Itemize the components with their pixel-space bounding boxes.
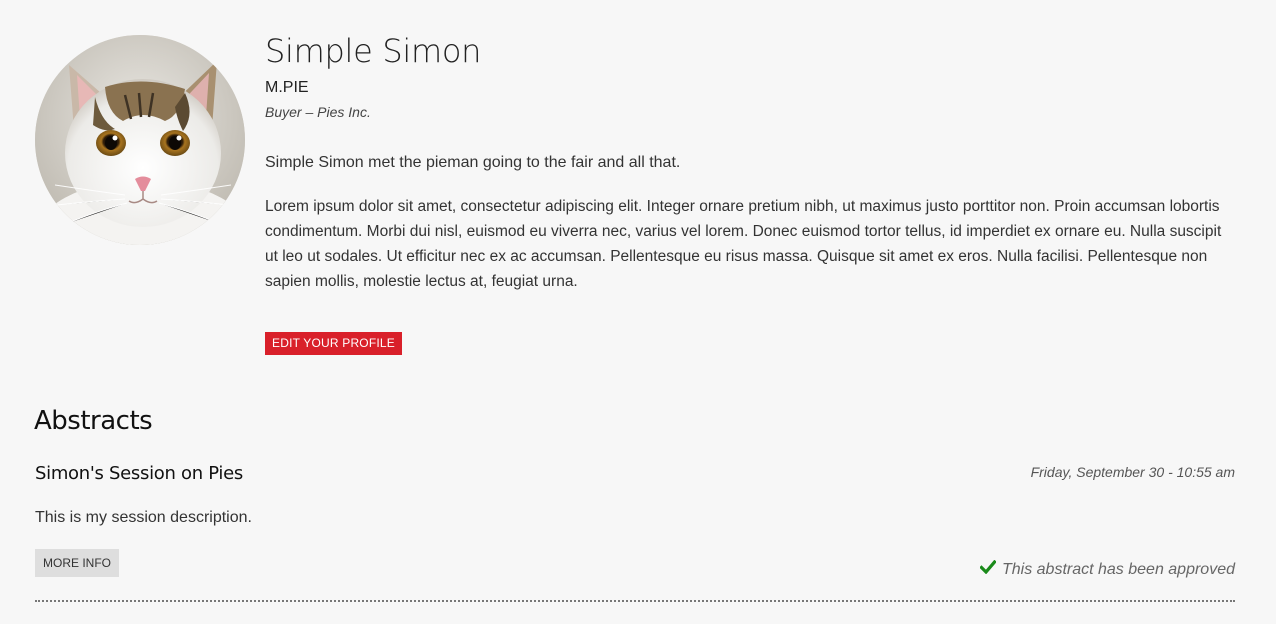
abstract-title: Simon's Session on Pies <box>35 463 243 484</box>
edit-profile-button[interactable]: EDIT YOUR PROFILE <box>265 332 402 355</box>
cat-photo-icon <box>35 35 245 245</box>
profile-tagline: Simple Simon met the pieman going to the… <box>265 154 681 171</box>
approval-status: This abstract has been approved <box>979 559 1235 579</box>
avatar <box>35 35 245 245</box>
abstract-divider <box>35 600 1235 602</box>
profile-page: Simple Simon M.PIE Buyer – Pies Inc. Sim… <box>0 0 1276 624</box>
more-info-button[interactable]: MORE INFO <box>35 549 119 577</box>
profile-role: Buyer – Pies Inc. <box>265 104 371 120</box>
profile-info: Simple Simon M.PIE Buyer – Pies Inc. Sim… <box>265 30 1240 355</box>
approval-text: This abstract has been approved <box>1001 560 1235 578</box>
check-icon <box>979 559 997 579</box>
abstract-date: Friday, September 30 - 10:55 am <box>1030 464 1235 480</box>
profile-name: Simple Simon <box>265 32 482 70</box>
abstract-description: This is my session description. <box>35 509 252 526</box>
profile-bio: Lorem ipsum dolor sit amet, consectetur … <box>265 198 1222 290</box>
abstracts-heading: Abstracts <box>34 406 153 436</box>
profile-handle: M.PIE <box>265 79 309 96</box>
